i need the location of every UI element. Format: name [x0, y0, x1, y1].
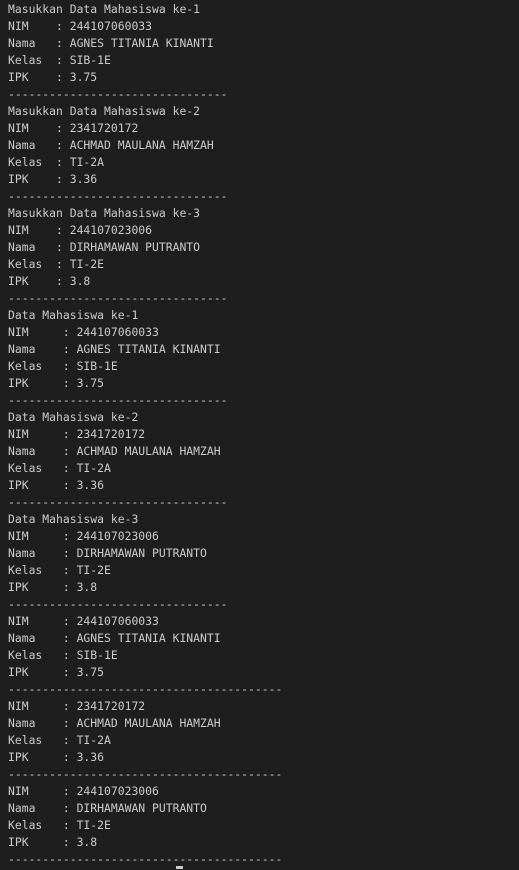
terminal-line: Kelas : TI-2E: [8, 818, 111, 832]
terminal-line: --------------------------------: [8, 87, 228, 101]
terminal-output-panel[interactable]: Masukkan Data Mahasiswa ke-1 NIM : 244107…: [0, 0, 519, 870]
terminal-line: --------------------------------: [8, 291, 228, 305]
terminal-line: Masukkan Data Mahasiswa ke-2: [8, 104, 201, 118]
terminal-line: Nama : DIRHAMAWAN PUTRANTO: [8, 801, 207, 815]
terminal-line: Nama : ACHMAD MAULANA HAMZAH: [8, 716, 221, 730]
terminal-line: Kelas : SIB-1E: [8, 648, 118, 662]
terminal-line: NIM : 244107060033: [8, 614, 159, 628]
terminal-output: Masukkan Data Mahasiswa ke-1 NIM : 244107…: [8, 1, 282, 868]
terminal-line: Kelas : SIB-1E: [8, 359, 118, 373]
terminal-line: IPK : 3.75: [8, 665, 105, 679]
terminal-line: ----------------------------------------: [8, 767, 283, 781]
terminal-line: NIM : 244107060033: [8, 19, 153, 33]
terminal-line: IPK : 3.36: [8, 750, 105, 764]
terminal-line: Kelas : TI-2E: [8, 563, 111, 577]
terminal-line: IPK : 3.36: [8, 478, 105, 492]
terminal-line: Kelas : TI-2A: [8, 733, 111, 747]
terminal-line: Nama : AGNES TITANIA KINANTI: [8, 342, 221, 356]
terminal-line: NIM : 2341720172: [8, 699, 146, 713]
terminal-line: Masukkan Data Mahasiswa ke-1: [8, 2, 201, 16]
terminal-line: Data Mahasiswa ke-1: [8, 308, 139, 322]
terminal-line: Nama : AGNES TITANIA KINANTI: [8, 36, 214, 50]
terminal-line: NIM : 244107023006: [8, 223, 153, 237]
terminal-line: ----------------------------------------: [8, 852, 283, 866]
terminal-line: Nama : ACHMAD MAULANA HAMZAH: [8, 138, 214, 152]
terminal-line: NIM : 244107023006: [8, 529, 159, 543]
terminal-line: Nama : AGNES TITANIA KINANTI: [8, 631, 221, 645]
terminal-line: Kelas : TI-2A: [8, 155, 105, 169]
terminal-line: Masukkan Data Mahasiswa ke-3: [8, 206, 201, 220]
terminal-line: Nama : DIRHAMAWAN PUTRANTO: [8, 240, 201, 254]
terminal-line: Kelas : TI-2E: [8, 257, 105, 271]
terminal-cursor: [176, 866, 183, 869]
terminal-line: NIM : 2341720172: [8, 427, 146, 441]
terminal-line: --------------------------------: [8, 393, 228, 407]
terminal-line: IPK : 3.36: [8, 172, 98, 186]
terminal-line: IPK : 3.8: [8, 580, 98, 594]
terminal-line: Nama : ACHMAD MAULANA HAMZAH: [8, 444, 221, 458]
terminal-line: IPK : 3.75: [8, 70, 98, 84]
terminal-line: ----------------------------------------: [8, 682, 283, 696]
terminal-line: NIM : 244107060033: [8, 325, 159, 339]
terminal-line: --------------------------------: [8, 189, 228, 203]
terminal-line: IPK : 3.8: [8, 835, 98, 849]
terminal-line: Nama : DIRHAMAWAN PUTRANTO: [8, 546, 207, 560]
terminal-line: IPK : 3.8: [8, 274, 91, 288]
terminal-line: Data Mahasiswa ke-2: [8, 410, 139, 424]
terminal-line: --------------------------------: [8, 597, 228, 611]
terminal-line: Kelas : TI-2A: [8, 461, 111, 475]
terminal-line: IPK : 3.75: [8, 376, 105, 390]
terminal-line: NIM : 2341720172: [8, 121, 139, 135]
terminal-line: Kelas : SIB-1E: [8, 53, 111, 67]
terminal-line: Data Mahasiswa ke-3: [8, 512, 139, 526]
terminal-line: NIM : 244107023006: [8, 784, 159, 798]
terminal-line: --------------------------------: [8, 495, 228, 509]
